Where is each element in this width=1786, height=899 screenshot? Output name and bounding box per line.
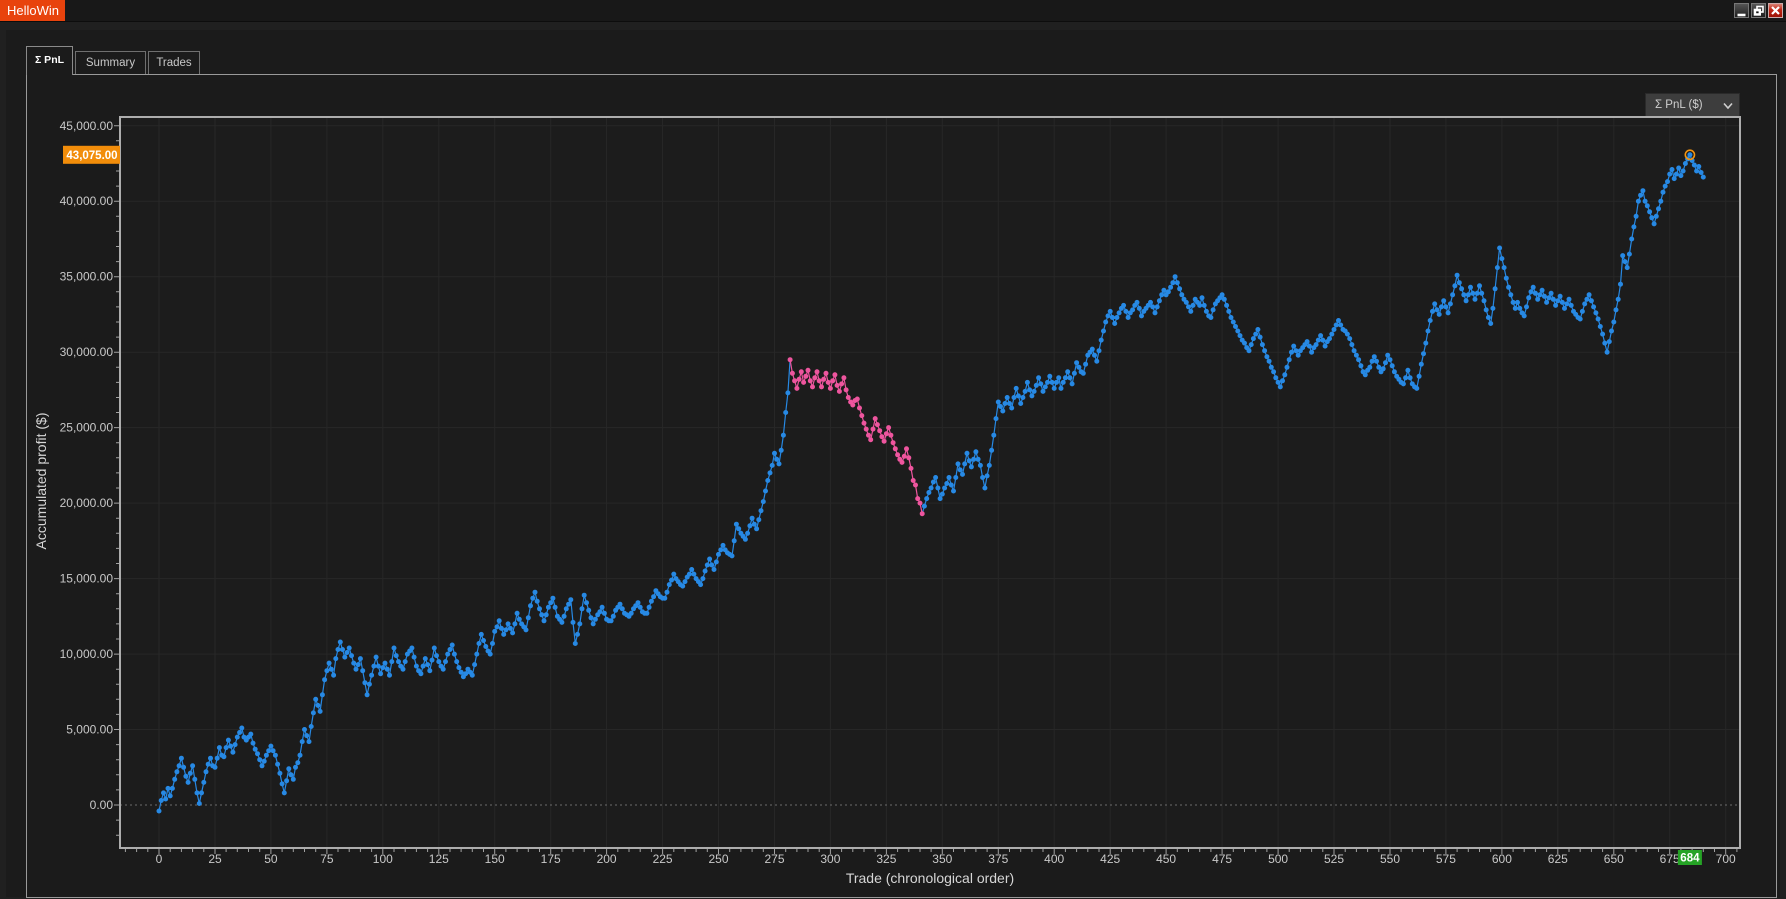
- svg-text:525: 525: [1324, 852, 1344, 866]
- svg-text:40,000.00: 40,000.00: [60, 194, 114, 208]
- svg-text:700: 700: [1716, 852, 1736, 866]
- svg-text:575: 575: [1436, 852, 1456, 866]
- svg-text:200: 200: [597, 852, 617, 866]
- svg-text:100: 100: [373, 852, 393, 866]
- svg-text:15,000.00: 15,000.00: [60, 572, 114, 586]
- svg-text:25: 25: [208, 852, 222, 866]
- svg-text:30,000.00: 30,000.00: [60, 345, 114, 359]
- svg-text:50: 50: [264, 852, 278, 866]
- svg-text:675: 675: [1660, 852, 1680, 866]
- svg-text:684: 684: [1680, 853, 1700, 865]
- svg-text:650: 650: [1604, 852, 1624, 866]
- svg-text:325: 325: [876, 852, 896, 866]
- svg-text:250: 250: [708, 852, 728, 866]
- svg-text:20,000.00: 20,000.00: [60, 496, 114, 510]
- svg-text:600: 600: [1492, 852, 1512, 866]
- svg-text:0: 0: [156, 852, 163, 866]
- svg-text:10,000.00: 10,000.00: [60, 647, 114, 661]
- svg-text:150: 150: [485, 852, 505, 866]
- svg-text:450: 450: [1156, 852, 1176, 866]
- svg-text:300: 300: [820, 852, 840, 866]
- svg-text:43,075.00: 43,075.00: [66, 150, 117, 162]
- svg-text:Accumulated profit ($): Accumulated profit ($): [33, 413, 49, 550]
- svg-text:0.00: 0.00: [90, 798, 114, 812]
- svg-text:Trade (chronological order): Trade (chronological order): [846, 870, 1014, 886]
- svg-text:45,000.00: 45,000.00: [60, 119, 114, 133]
- svg-text:225: 225: [653, 852, 673, 866]
- svg-text:35,000.00: 35,000.00: [60, 270, 114, 284]
- svg-text:125: 125: [429, 852, 449, 866]
- svg-text:425: 425: [1100, 852, 1120, 866]
- svg-text:275: 275: [764, 852, 784, 866]
- svg-text:5,000.00: 5,000.00: [66, 723, 113, 737]
- svg-text:75: 75: [320, 852, 334, 866]
- svg-text:500: 500: [1268, 852, 1288, 866]
- svg-text:400: 400: [1044, 852, 1064, 866]
- svg-text:25,000.00: 25,000.00: [60, 421, 114, 435]
- svg-text:350: 350: [932, 852, 952, 866]
- svg-text:375: 375: [988, 852, 1008, 866]
- svg-text:175: 175: [541, 852, 561, 866]
- svg-text:625: 625: [1548, 852, 1568, 866]
- svg-text:550: 550: [1380, 852, 1400, 866]
- svg-text:475: 475: [1212, 852, 1232, 866]
